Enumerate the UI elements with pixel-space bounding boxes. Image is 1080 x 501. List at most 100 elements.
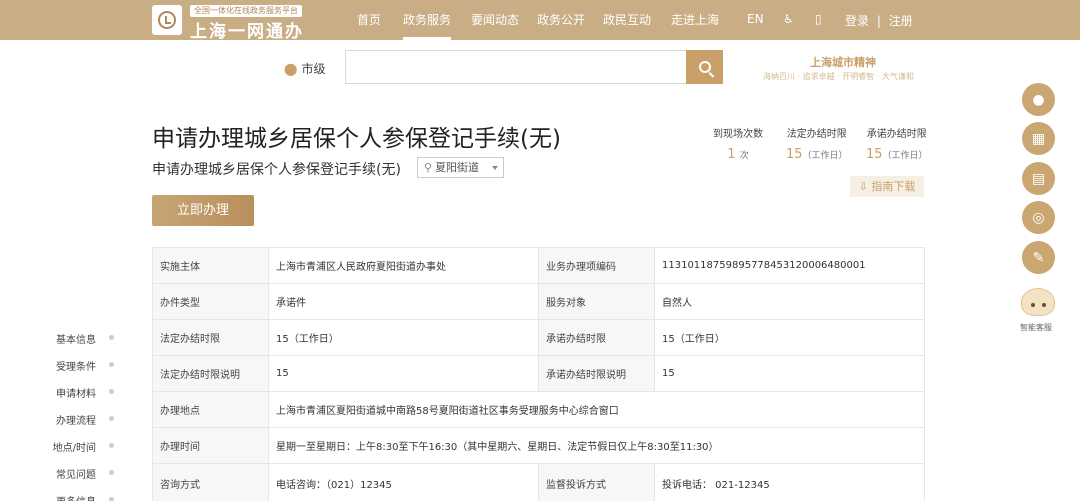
table-value: 承诺件 <box>268 283 539 320</box>
search-input[interactable] <box>345 50 686 84</box>
stat-value: 15（工作日） <box>866 147 928 162</box>
platform-tagline: 全国一体化在线政务服务平台 <box>190 5 302 17</box>
download-icon: ⇩ <box>858 180 868 193</box>
stat-value: 1 次 <box>727 147 749 162</box>
location-pin-icon: ⬤ <box>284 62 298 76</box>
table-value: 自然人 <box>654 283 925 320</box>
table-key: 办理地点 <box>152 391 269 428</box>
table-value: 15（工作日） <box>654 319 925 356</box>
table-value: 15 <box>654 355 925 392</box>
side-nav-dot <box>109 362 114 367</box>
table-key: 办件类型 <box>152 283 269 320</box>
apply-now-button[interactable]: 立即办理 <box>152 195 254 226</box>
brand-title[interactable]: 上海一网通办 <box>190 17 304 42</box>
side-nav-more[interactable]: 更多信息 <box>56 493 96 501</box>
table-row: 实施主体 上海市青浦区人民政府夏阳街道办事处 业务办理项编码 113101187… <box>152 247 925 284</box>
table-row: 办理地点 上海市青浦区夏阳街道城中南路58号夏阳街道社区事务受理服务中心综合窗口 <box>152 391 925 428</box>
side-nav-conditions[interactable]: 受理条件 <box>56 358 96 373</box>
stat-label: 法定办结时限 <box>786 129 847 140</box>
stat-promise-limit: 承诺办结时限 15（工作日） <box>866 125 928 162</box>
robot-icon <box>1021 288 1055 316</box>
table-key: 办理时间 <box>152 427 269 464</box>
stat-label: 到现场次数 <box>713 129 763 140</box>
side-nav-dot <box>109 389 114 394</box>
calendar-icon: ▦ <box>1031 130 1046 147</box>
nav-interaction[interactable]: 政民互动 <box>603 0 651 40</box>
user-icon: ● <box>1032 91 1045 108</box>
info-table: 实施主体 上海市青浦区人民政府夏阳街道办事处 业务办理项编码 113101187… <box>152 247 925 501</box>
table-row: 咨询方式 电话咨询：（021）12345 监督投诉方式 投诉电话： 021-12… <box>152 463 925 501</box>
city-spirit-subtitle: 海纳百川 · 追求卓越 · 开明睿智 · 大气谦和 <box>763 72 914 81</box>
street-select[interactable]: ⚲ 夏阳街道 <box>417 157 504 178</box>
edit-icon: ✎ <box>1032 249 1045 266</box>
stat-label: 承诺办结时限 <box>866 129 927 140</box>
table-row: 法定办结时限说明 15 承诺办结时限说明 15 <box>152 355 925 392</box>
location-pin-icon: ⚲ <box>424 161 433 174</box>
side-nav-basic[interactable]: 基本信息 <box>56 331 96 346</box>
location-selector[interactable]: ⬤ 市级 <box>284 60 325 77</box>
side-nav-faq[interactable]: 常见问题 <box>56 466 96 481</box>
document-icon: ▤ <box>1031 170 1046 187</box>
search-float-button[interactable]: ◎ <box>1022 201 1055 234</box>
search-icon <box>698 61 711 73</box>
table-value: 15 <box>268 355 539 392</box>
stat-legal-limit: 法定办结时限 15（工作日） <box>786 125 848 162</box>
table-value: 星期一至星期日：上午8:30至下午16:30（其中星期六、星期日、法定节假日仅上… <box>268 427 925 464</box>
table-row: 办件类型 承诺件 服务对象 自然人 <box>152 283 925 320</box>
side-nav-dot <box>109 497 114 501</box>
table-row: 法定办结时限 15（工作日） 承诺办结时限 15（工作日） <box>152 319 925 356</box>
side-nav-dot <box>109 470 114 475</box>
table-key: 法定办结时限说明 <box>152 355 269 392</box>
side-nav-dot <box>109 416 114 421</box>
stat-value: 15（工作日） <box>786 147 848 162</box>
document-button[interactable]: ▤ <box>1022 162 1055 195</box>
side-nav-materials[interactable]: 申请材料 <box>56 385 96 400</box>
robot-eye <box>1042 303 1046 307</box>
side-nav-process[interactable]: 办理流程 <box>56 412 96 427</box>
search-button[interactable] <box>686 50 723 84</box>
table-key: 咨询方式 <box>152 463 269 501</box>
city-spirit-title: 上海城市精神 <box>810 56 876 69</box>
table-value: 投诉电话： 021-12345 <box>654 463 925 501</box>
page-subtitle: 申请办理城乡居保个人参保登记手续(无) <box>152 162 401 178</box>
street-select-value: 夏阳街道 <box>435 161 480 174</box>
nav-news[interactable]: 要闻动态 <box>471 0 519 40</box>
table-row: 办理时间 星期一至星期日：上午8:30至下午16:30（其中星期六、星期日、法定… <box>152 427 925 464</box>
nav-public[interactable]: 政务公开 <box>537 0 585 40</box>
side-nav-dot <box>109 335 114 340</box>
side-nav-location-time[interactable]: 地点/时间 <box>53 439 96 454</box>
table-value: 11310118759895778453120006480001 <box>654 247 925 284</box>
nav-services[interactable]: 政务服务 <box>403 0 452 40</box>
user-center-button[interactable]: ● <box>1022 83 1055 116</box>
calendar-button[interactable]: ▦ <box>1022 122 1055 155</box>
login-link[interactable]: 登录 <box>845 14 869 28</box>
chevron-down-icon <box>492 166 498 170</box>
register-link[interactable]: 注册 <box>889 14 913 28</box>
guide-download-button[interactable]: ⇩ 指南下载 <box>850 176 924 197</box>
nav-home[interactable]: 首页 <box>357 0 381 40</box>
logo[interactable] <box>152 5 182 35</box>
table-value: 15（工作日） <box>268 319 539 356</box>
stat-visits: 到现场次数 1 次 <box>713 125 763 162</box>
language-switch[interactable]: EN <box>747 12 764 26</box>
table-key: 承诺办结时限 <box>538 319 655 356</box>
feedback-button[interactable]: ✎ <box>1022 241 1055 274</box>
logo-icon <box>158 11 176 29</box>
table-value: 上海市青浦区人民政府夏阳街道办事处 <box>268 247 539 284</box>
table-value: 电话咨询：（021）12345 <box>268 463 539 501</box>
mobile-icon[interactable]: ▯ <box>815 12 822 26</box>
smart-assistant-robot[interactable] <box>1015 282 1061 320</box>
nav-about[interactable]: 走进上海 <box>671 0 719 40</box>
table-key: 业务办理项编码 <box>538 247 655 284</box>
top-header: 全国一体化在线政务服务平台 上海一网通办 首页 政务服务 要闻动态 政务公开 政… <box>0 0 1080 42</box>
table-key: 实施主体 <box>152 247 269 284</box>
location-label: 市级 <box>301 62 326 76</box>
smart-assistant-label[interactable]: 智能客服 <box>1020 322 1052 333</box>
accessibility-icon[interactable]: ♿ <box>783 12 794 26</box>
auth-divider: | <box>876 14 881 28</box>
table-key: 法定办结时限 <box>152 319 269 356</box>
table-key: 监督投诉方式 <box>538 463 655 501</box>
page-title: 申请办理城乡居保个人参保登记手续(无) <box>152 126 561 152</box>
robot-eye <box>1031 303 1035 307</box>
table-key: 承诺办结时限说明 <box>538 355 655 392</box>
